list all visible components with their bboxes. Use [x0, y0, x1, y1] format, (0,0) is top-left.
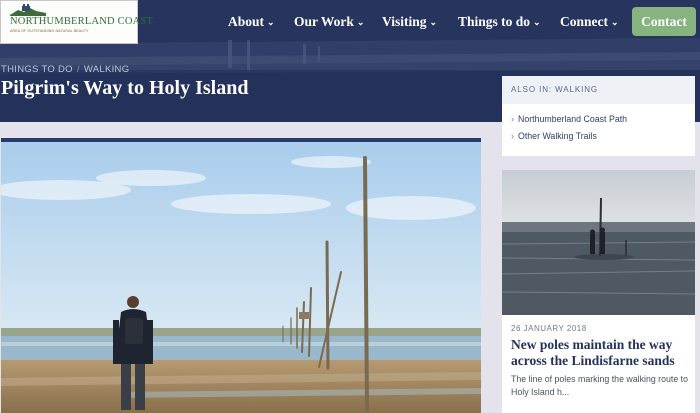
link-label: Northumberland Coast Path [518, 114, 628, 124]
chevron-right-icon: › [511, 114, 514, 124]
news-excerpt: The line of poles marking the walking ro… [511, 374, 689, 397]
nav-item-our-work[interactable]: Our Work ⌄ [294, 12, 364, 32]
nav-item-label: About [228, 14, 265, 29]
nav-item-label: Our Work [294, 14, 354, 29]
chevron-down-icon: ⌄ [267, 17, 275, 27]
contact-button[interactable]: Contact [632, 7, 696, 36]
news-card[interactable]: 26 JANUARY 2018 New poles maintain the w… [502, 170, 695, 413]
nav-item-connect[interactable]: Connect ⌄ [560, 12, 619, 32]
breadcrumb: THINGS TO DO / WALKING [1, 64, 129, 75]
news-photo-lindisfarne-sands [502, 170, 695, 315]
nav-item-visiting[interactable]: Visiting ⌄ [382, 12, 437, 32]
link-label: Other Walking Trails [518, 131, 597, 141]
pilgrims-way-photo [1, 138, 481, 413]
page-title: Pilgrim's Way to Holy Island [1, 77, 249, 99]
also-in-heading: ALSO IN: WALKING [502, 76, 695, 104]
chevron-down-icon: ⌄ [611, 17, 619, 27]
breadcrumb-separator: / [76, 64, 80, 75]
chevron-down-icon: ⌄ [533, 17, 541, 27]
nav-item-about[interactable]: About ⌄ [228, 12, 275, 32]
chevron-down-icon: ⌄ [356, 17, 365, 27]
link-northumberland-coast-path[interactable]: › Northumberland Coast Path [511, 114, 627, 124]
news-date: 26 JANUARY 2018 [511, 324, 587, 333]
chevron-right-icon: › [511, 131, 514, 141]
pilgrims-way-image [1, 142, 481, 413]
nav-item-label: Visiting [382, 14, 427, 29]
nav-item-things-to-do[interactable]: Things to do ⌄ [458, 12, 541, 32]
also-in-walking-box: ALSO IN: WALKING › Northumberland Coast P… [502, 76, 695, 156]
breadcrumb-walking[interactable]: WALKING [84, 64, 130, 75]
nav-item-label: Things to do [458, 14, 531, 29]
nav-item-label: Connect [560, 14, 608, 29]
chevron-down-icon: ⌄ [429, 17, 438, 27]
link-other-walking-trails[interactable]: › Other Walking Trails [511, 131, 597, 141]
main-navigation: About ⌄ Our Work ⌄ Visiting ⌄ Things to do ⌄… [0, 12, 700, 32]
breadcrumb-things-to-do[interactable]: THINGS TO DO [1, 64, 73, 75]
news-title[interactable]: New poles maintain the way across the Li… [511, 337, 689, 369]
